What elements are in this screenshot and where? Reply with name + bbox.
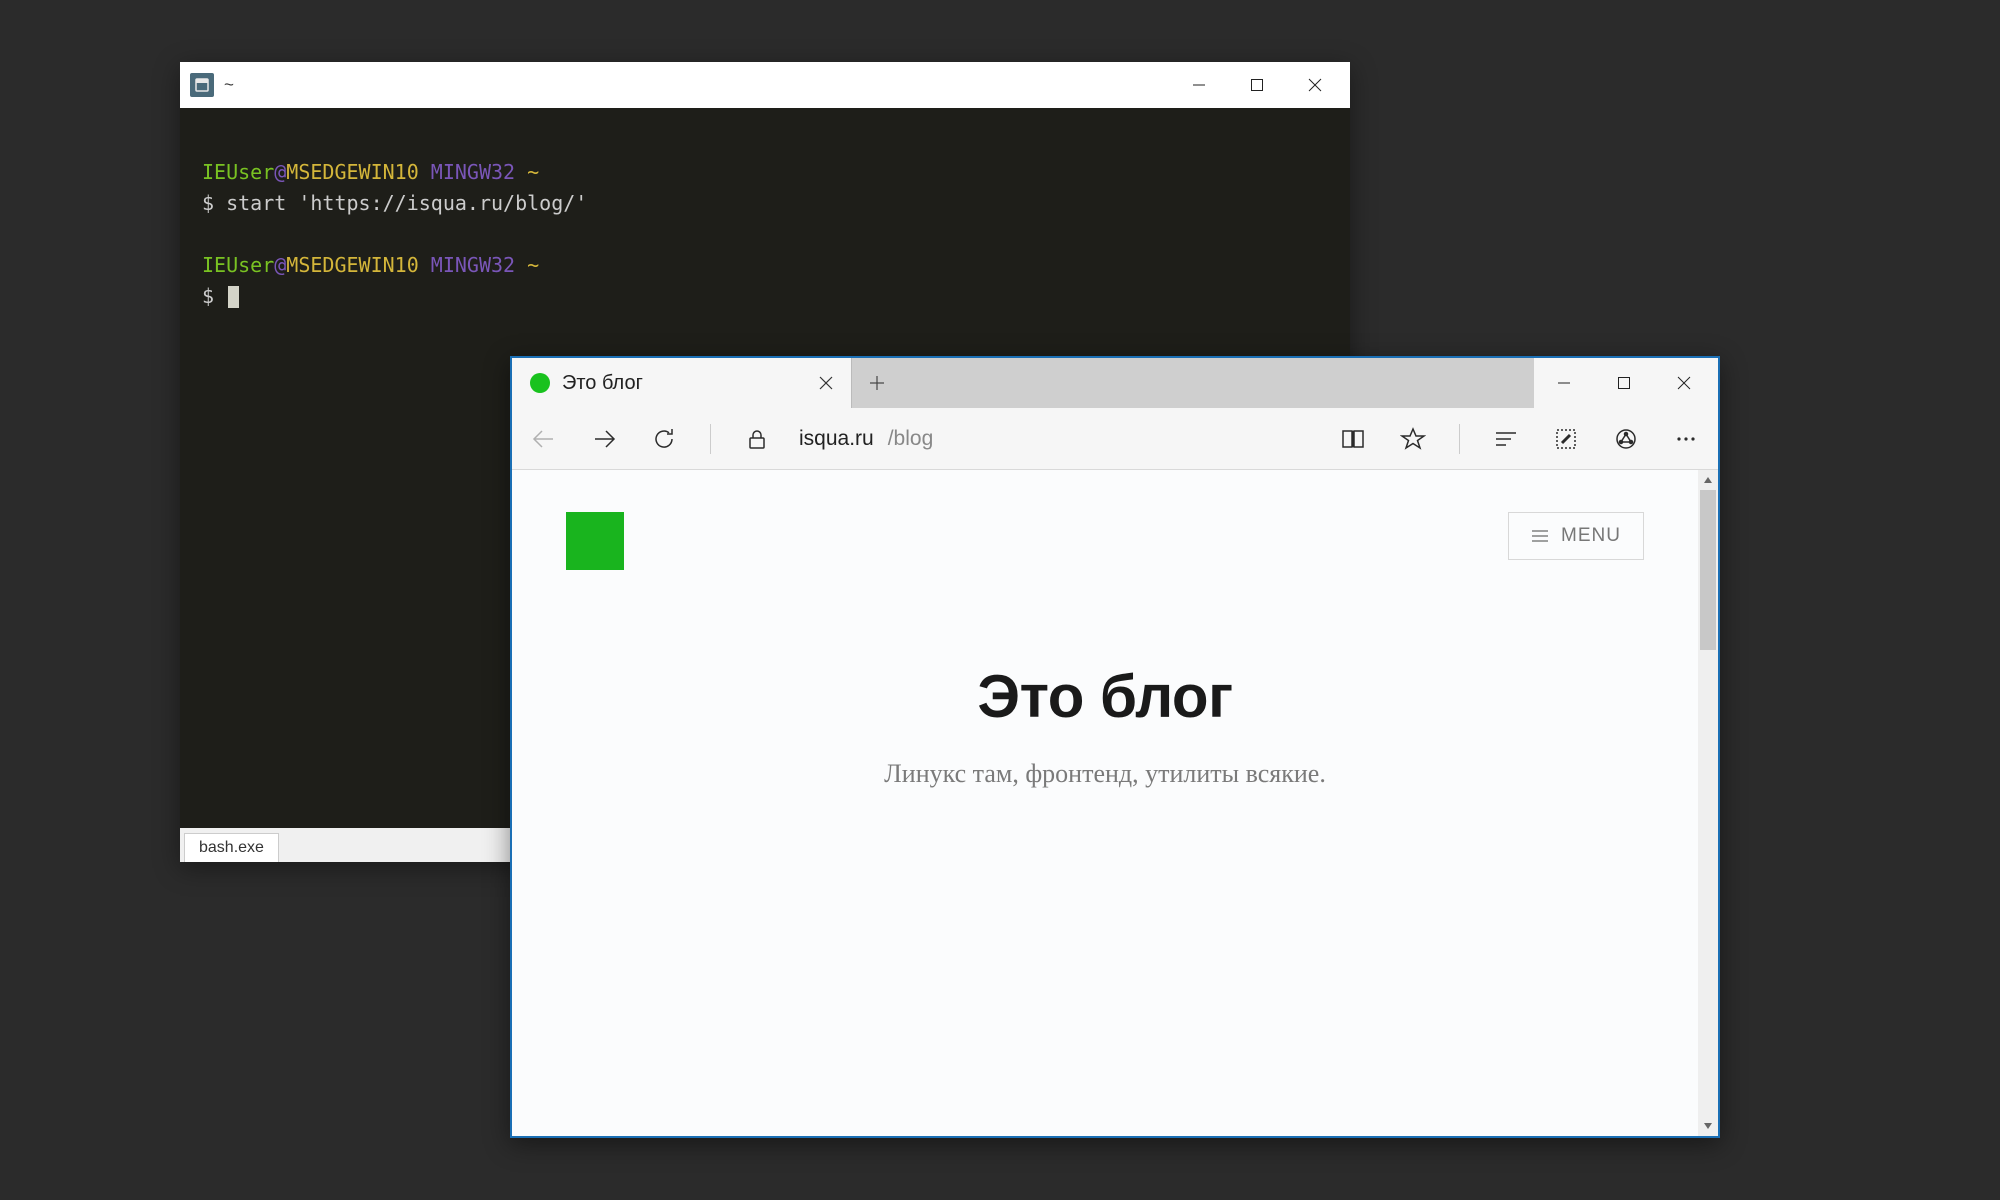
forward-button[interactable] [586, 421, 622, 457]
menu-label: MENU [1561, 525, 1621, 547]
maximize-button[interactable] [1228, 65, 1286, 105]
tab-close-button[interactable] [811, 368, 841, 398]
hub-icon[interactable] [1488, 421, 1524, 457]
terminal-titlebar[interactable]: ~ [180, 62, 1350, 108]
tab-title: Это блог [562, 372, 799, 395]
vertical-scrollbar[interactable] [1698, 470, 1718, 1136]
terminal-title: ~ [224, 75, 1170, 95]
browser-toolbar: isqua.ru/blog [512, 408, 1718, 470]
url-host: isqua.ru [799, 427, 874, 451]
toolbar-divider [1459, 424, 1460, 454]
terminal-line1: IEUser@MSEDGEWIN10 MINGW32 ~ [202, 160, 539, 184]
browser-window: Это блог isqua.ru/blog [510, 356, 1720, 1138]
terminal-line2: $ start 'https://isqua.ru/blog/' [202, 191, 587, 215]
back-button[interactable] [526, 421, 562, 457]
scroll-down-icon[interactable] [1698, 1116, 1718, 1136]
browser-window-controls [1534, 358, 1718, 408]
taskbar-tab[interactable]: bash.exe [184, 833, 279, 862]
address-bar[interactable]: isqua.ru/blog [799, 427, 933, 451]
page-heading: Это блог [566, 662, 1644, 731]
toolbar-divider [710, 424, 711, 454]
lock-icon[interactable] [739, 421, 775, 457]
favicon-icon [530, 373, 550, 393]
more-icon[interactable] [1668, 421, 1704, 457]
refresh-button[interactable] [646, 421, 682, 457]
terminal-window-controls [1170, 65, 1344, 105]
browser-tab[interactable]: Это блог [512, 358, 852, 408]
reading-view-icon[interactable] [1335, 421, 1371, 457]
page-subtitle: Линукс там, фронтенд, утилиты всякие. [566, 759, 1644, 789]
new-tab-button[interactable] [852, 358, 902, 408]
toolbar-right [1335, 421, 1704, 457]
browser-tabbar: Это блог [512, 358, 1718, 408]
menu-button[interactable]: MENU [1508, 512, 1644, 560]
minimize-button[interactable] [1534, 359, 1594, 407]
terminal-line4: $ [202, 284, 239, 308]
scrollbar-thumb[interactable] [1700, 490, 1716, 650]
minimize-button[interactable] [1170, 65, 1228, 105]
maximize-button[interactable] [1594, 359, 1654, 407]
notes-icon[interactable] [1548, 421, 1584, 457]
close-button[interactable] [1286, 65, 1344, 105]
site-logo[interactable] [566, 512, 624, 570]
hamburger-icon [1531, 529, 1549, 543]
share-icon[interactable] [1608, 421, 1644, 457]
cursor-icon [228, 286, 239, 308]
page-content: MENU Это блог Линукс там, фронтенд, утил… [512, 470, 1698, 1136]
terminal-line3: IEUser@MSEDGEWIN10 MINGW32 ~ [202, 253, 539, 277]
terminal-app-icon [190, 73, 214, 97]
browser-viewport: MENU Это блог Линукс там, фронтенд, утил… [512, 470, 1718, 1136]
url-path: /blog [888, 427, 934, 451]
close-button[interactable] [1654, 359, 1714, 407]
scroll-up-icon[interactable] [1698, 470, 1718, 490]
favorites-icon[interactable] [1395, 421, 1431, 457]
